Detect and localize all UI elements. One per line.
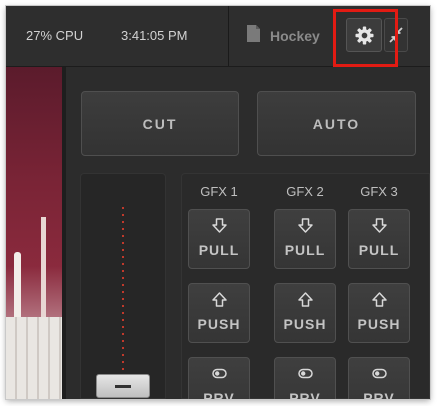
arrow-down-outline-icon xyxy=(372,218,387,233)
switcher-panel: CUT AUTO GFX 1 PULL PUSH PRV GFX 2 PULL … xyxy=(66,67,430,399)
t-bar-grip xyxy=(115,385,131,388)
toggle-icon xyxy=(372,368,387,379)
gfx3-push-button[interactable]: PUSH xyxy=(348,283,410,343)
gfx2-pull-button[interactable]: PULL xyxy=(274,209,336,269)
preview-rink-boards xyxy=(6,317,62,399)
gfx3-pull-button[interactable]: PULL xyxy=(348,209,410,269)
toggle-icon xyxy=(298,368,313,379)
arrow-down-outline-icon xyxy=(298,218,313,233)
prv-label: PRV xyxy=(203,390,235,399)
gfx-label: GFX 1 xyxy=(200,184,238,199)
pull-label: PULL xyxy=(198,242,240,258)
clock: 3:41:05 PM xyxy=(121,28,188,43)
cut-button[interactable]: CUT xyxy=(81,91,239,156)
push-label: PUSH xyxy=(197,316,241,332)
gfx1-prv-button[interactable]: PRV xyxy=(188,357,250,399)
cpu-usage: 27% CPU xyxy=(26,28,84,43)
gfx3-prv-button[interactable]: PRV xyxy=(348,357,410,399)
arrow-up-outline-icon xyxy=(372,292,387,307)
arrow-down-outline-icon xyxy=(212,218,227,233)
toggle-icon xyxy=(212,368,227,379)
t-bar-track xyxy=(80,173,166,399)
settings-highlight-box xyxy=(333,9,398,67)
topbar-divider xyxy=(228,6,229,66)
gfx2-prv-button[interactable]: PRV xyxy=(274,357,336,399)
pull-label: PULL xyxy=(358,242,400,258)
gfx1-pull-button[interactable]: PULL xyxy=(188,209,250,269)
gfx-controls: GFX 1 PULL PUSH PRV GFX 2 PULL PUSH PRV … xyxy=(181,173,430,399)
preview-figure xyxy=(41,217,46,327)
document-title[interactable]: Hockey xyxy=(270,28,320,44)
gfx-label: GFX 2 xyxy=(286,184,324,199)
auto-button[interactable]: AUTO xyxy=(257,91,416,156)
prv-label: PRV xyxy=(289,390,321,399)
arrow-up-outline-icon xyxy=(212,292,227,307)
push-label: PUSH xyxy=(283,316,327,332)
pull-label: PULL xyxy=(284,242,326,258)
gfx-label: GFX 3 xyxy=(360,184,398,199)
video-preview xyxy=(6,67,62,399)
prv-label: PRV xyxy=(363,390,395,399)
push-label: PUSH xyxy=(357,316,401,332)
app-window: 27% CPU 3:41:05 PM Hockey CUT AUTO GFX 1… xyxy=(6,6,430,399)
gfx2-push-button[interactable]: PUSH xyxy=(274,283,336,343)
gfx1-push-button[interactable]: PUSH xyxy=(188,283,250,343)
document-icon xyxy=(247,25,260,42)
arrow-up-outline-icon xyxy=(298,292,313,307)
t-bar-guide xyxy=(122,207,124,375)
top-bar: 27% CPU 3:41:05 PM Hockey xyxy=(6,6,430,67)
t-bar-handle[interactable] xyxy=(96,374,150,398)
